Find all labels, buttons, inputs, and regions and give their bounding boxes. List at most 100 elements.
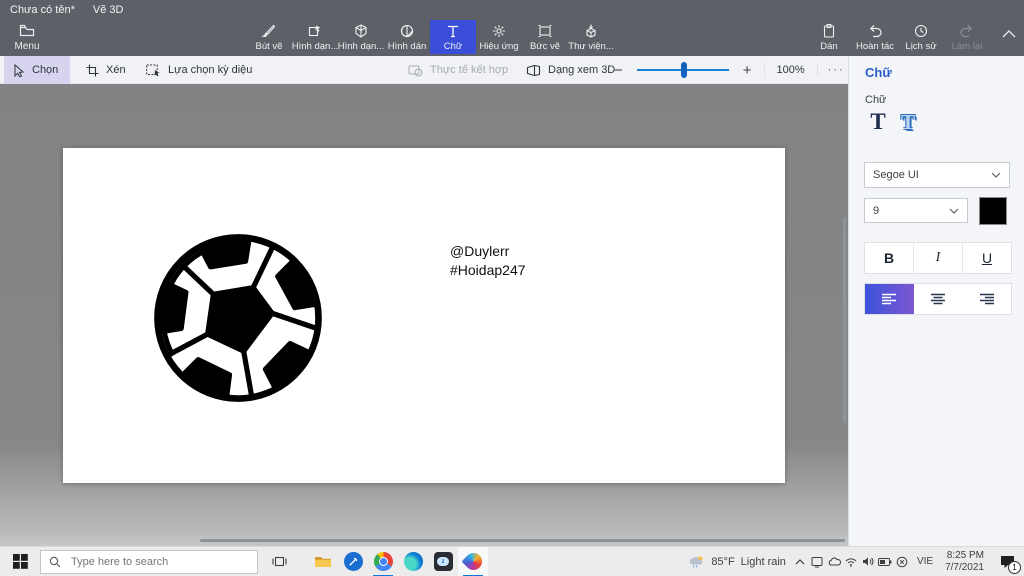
view-3d-label: Dạng xem 3D [548,64,616,76]
search-input[interactable] [69,554,233,569]
mixed-reality-icon [408,65,423,76]
clock-time: 8:25 PM [946,549,984,561]
chrome-button[interactable] [368,547,398,576]
align-center-button[interactable] [914,284,963,314]
menu-label: Menu [14,41,40,52]
weather-icon [690,556,703,568]
tool-label: Hoàn tác [855,41,895,52]
taskbar-weather[interactable]: 85°F Light rain [683,555,792,568]
network-icon[interactable] [843,547,860,576]
paint3d-window: Chưa có tên* Vẽ 3D Menu Bút vẽ Hình dạn.… [0,0,1024,576]
text-color-swatch[interactable] [979,197,1007,225]
task-view-icon [271,556,287,567]
tool-label: Bút vẽ [255,41,283,52]
tool-label: Hình dạn... [291,41,339,52]
zoom-level[interactable]: 100% [763,62,817,78]
app-blue-circle-button[interactable] [338,547,368,576]
task-view-button[interactable] [264,547,294,576]
text-3d-button[interactable]: T [895,108,921,136]
text-2d-glyph: T [870,109,886,134]
select-button[interactable]: Chọn [4,56,70,84]
tool-text[interactable]: Chữ [430,20,476,54]
mixed-reality-button[interactable]: Thực tế kết hợp [398,56,518,84]
tray-expand-chevron[interactable] [792,547,809,576]
shapes-2d-icon [307,23,323,39]
align-center-icon [931,293,945,305]
top-toolbar: Chưa có tên* Vẽ 3D Menu Bút vẽ Hình dạn.… [0,0,1024,56]
tool-canvas[interactable]: Bức vẽ [522,20,568,54]
magic-select-label: Lựa chọn kỳ diệu [168,64,253,76]
menu-button[interactable]: Menu [4,20,50,54]
history-button[interactable]: Lịch sử [898,20,944,54]
start-button[interactable] [0,547,40,576]
canvas-text-block[interactable]: @Duylerr #Hoidap247 [450,242,526,280]
canvas-icon [537,23,553,39]
taskbar-search[interactable] [40,549,258,574]
undo-button[interactable]: Hoàn tác [852,20,898,54]
zoom-slider-thumb[interactable] [680,62,687,78]
paste-button[interactable]: Dán [806,20,852,54]
zoom-in-button[interactable]: + [743,62,752,79]
eye-control-icon[interactable] [894,547,911,576]
tool-3d-shapes[interactable]: Hình dạn... [338,20,384,54]
redo-button-disabled[interactable]: Làm lại [944,20,990,54]
align-left-icon [882,293,897,305]
chevron-down-icon [991,172,1001,178]
titlebar: Chưa có tên* Vẽ 3D [10,4,123,16]
collapse-ribbon-chevron[interactable] [1002,30,1016,38]
drawing-canvas[interactable]: @Duylerr #Hoidap247 [63,148,785,483]
magic-select-button[interactable]: Lựa chọn kỳ diệu [136,56,262,84]
tool-stickers[interactable]: Hình dán [384,20,430,54]
system-tray: 85°F Light rain VIE 8:25 PM 7/7/2021 1 [683,547,1024,576]
taskbar-clock[interactable]: 8:25 PM 7/7/2021 [939,550,990,574]
menu-icon [19,22,35,38]
font-family-select[interactable]: Segoe UI [864,162,1010,188]
paint3d-icon [460,549,486,574]
tool-3d-library[interactable]: Thư viện... [568,20,614,54]
edit-actions: Dán Hoàn tác Lịch sử Làm lại [806,20,990,54]
zalo-icon: z [433,552,453,571]
soccer-ball-image[interactable] [148,228,328,408]
tool-tabs: Bút vẽ Hình dạn... Hình dạn... Hình dán [246,20,614,54]
zoom-slider[interactable] [636,62,729,78]
align-right-button[interactable] [962,284,1011,314]
panel-title: Chữ [865,65,892,80]
crop-label: Xén [106,64,126,76]
view-3d-icon [526,64,541,76]
tool-2d-shapes[interactable]: Hình dạn... [292,20,338,54]
language-indicator[interactable]: VIE [911,556,939,567]
text-icon [445,23,461,39]
underline-button[interactable]: U [963,243,1011,273]
history-icon [913,23,929,39]
text-2d-button[interactable]: T [865,108,891,136]
zoom-out-button[interactable]: − [614,62,623,79]
tool-brushes[interactable]: Bút vẽ [246,20,292,54]
blue-app-icon [343,552,363,571]
edge-button[interactable] [398,547,428,576]
bold-button[interactable]: B [865,243,914,273]
file-explorer-button[interactable] [308,547,338,576]
crop-button[interactable]: Xén [76,56,136,84]
file-explorer-icon [315,556,331,567]
horizontal-scrollbar[interactable] [200,539,845,542]
paint3d-taskbar-button[interactable] [458,546,488,576]
zoom-controls: − + 100% ··· [614,56,855,84]
shapes-3d-icon [353,23,369,39]
onedrive-icon[interactable] [826,547,843,576]
vertical-scrollbar[interactable] [843,217,846,423]
ribbon-bar: Chọn Xén Lựa chọn kỳ diệu Thực tế kết hợ… [0,56,848,84]
font-size-select[interactable]: 9 [864,198,968,223]
zalo-button[interactable]: z [428,547,458,576]
tablet-mode-icon[interactable] [809,547,826,576]
volume-icon[interactable] [860,547,877,576]
edge-icon [403,552,423,571]
view-3d-button[interactable]: Dạng xem 3D [516,56,625,84]
paste-icon [821,23,837,39]
action-center-button[interactable]: 1 [990,547,1024,576]
tool-effects[interactable]: Hiệu ứng [476,20,522,54]
chrome-icon [373,552,393,571]
redo-icon [959,23,975,39]
align-left-button[interactable] [865,284,914,314]
battery-icon[interactable] [877,547,894,576]
italic-button[interactable]: I [914,243,963,273]
